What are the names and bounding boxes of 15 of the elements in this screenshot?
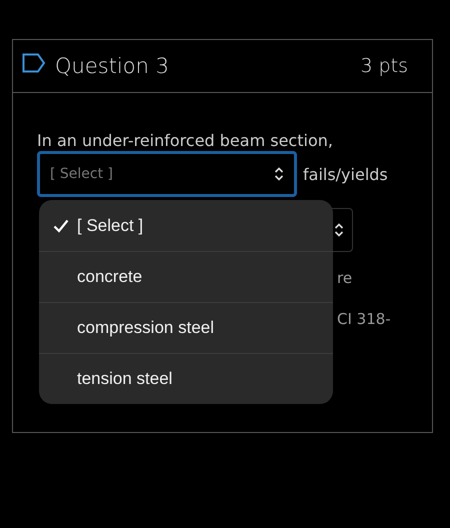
dropdown-option[interactable]: compression steel xyxy=(39,302,333,353)
answer-select[interactable]: [ Select ] xyxy=(37,151,297,197)
checkmark-icon xyxy=(53,218,69,232)
question-text: CI 318- xyxy=(337,310,391,328)
points-label: 3 pts xyxy=(360,55,408,77)
question-title: Question 3 xyxy=(55,54,170,78)
question-text: In an under-reinforced beam section, xyxy=(37,131,334,151)
dropdown-option[interactable]: tension steel xyxy=(39,353,333,404)
answer-text: fails/yields xyxy=(303,164,388,184)
dropdown-option[interactable]: concrete xyxy=(39,251,333,302)
dropdown-option[interactable]: [ Select ] xyxy=(39,200,333,251)
chevron-icon xyxy=(334,223,344,237)
question-text: re xyxy=(337,269,352,287)
flag-icon[interactable] xyxy=(22,53,46,73)
chevron-icon xyxy=(274,167,284,181)
